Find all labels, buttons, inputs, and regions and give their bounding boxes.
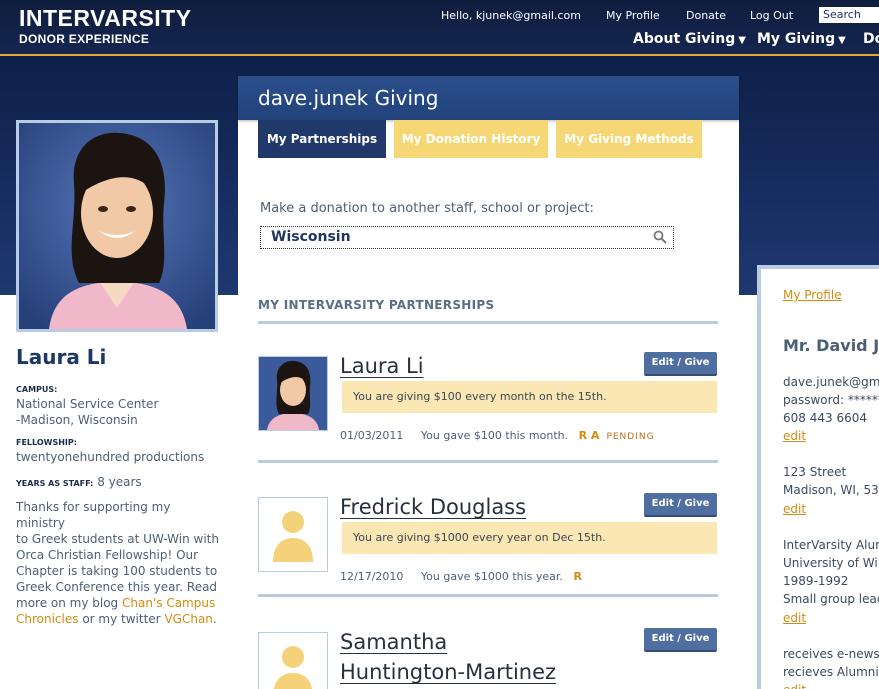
campus-line: -Madison, Wisconsin <box>16 413 138 427</box>
divider <box>258 460 718 463</box>
alumni-line: 1989-1992 <box>783 574 849 588</box>
nav-label: My Giving <box>757 31 836 47</box>
divider <box>258 594 718 597</box>
bio-text: . <box>212 612 217 626</box>
bio-line: more on my blog Chan's Campus <box>16 595 221 611</box>
edit-address-link[interactable]: edit <box>783 500 806 518</box>
person-thumbnail <box>259 357 327 430</box>
gift-date: 12/17/2010 <box>340 570 404 583</box>
alumni-line: Small group lead <box>783 592 879 606</box>
my-profile-card: My Profile Mr. David Ju dave.junek@gm pa… <box>757 265 879 689</box>
log-out-link[interactable]: Log Out <box>750 9 793 22</box>
pending-status: PENDING <box>606 432 655 442</box>
greeting-text: Hello, kjunek@gmail.com <box>441 9 581 22</box>
years-as-staff: YEARS AS STAFF: 8 years <box>16 475 221 489</box>
giving-note: You are giving $1000 every year on Dec 1… <box>342 522 717 554</box>
donor-phone: 608 443 6604 <box>783 411 867 425</box>
donor-email: dave.junek@gm <box>783 375 879 389</box>
years-label: YEARS AS STAFF: <box>16 479 94 488</box>
nav-my-giving[interactable]: My Giving ▼ <box>757 31 846 47</box>
donor-name: Mr. David Ju <box>783 336 879 355</box>
partner-name-cont[interactable]: Huntington-Martinez <box>340 657 556 687</box>
divider <box>258 321 718 324</box>
nav-about-giving[interactable]: About Giving ▼ <box>633 31 746 47</box>
edit-give-button[interactable]: Edit / Give <box>644 493 717 517</box>
campus-value: National Service Center -Madison, Wiscon… <box>16 396 221 428</box>
alumni-line: InterVarsity Alum <box>783 538 879 552</box>
twitter-link[interactable]: VGChan <box>164 612 212 626</box>
gift-date: 01/03/2011 <box>340 429 404 442</box>
news-line: recieves Alumni <box>783 665 879 679</box>
nav-label: About Giving <box>633 31 736 47</box>
bio-line: Orca Christian Fellowship! Our <box>16 548 199 562</box>
edit-give-button[interactable]: Edit / Give <box>644 352 717 376</box>
edit-alumni-link[interactable]: edit <box>783 609 806 627</box>
nav-donate[interactable]: Do <box>863 31 879 47</box>
bio-line: Chronicles or my twitter VGChan. <box>16 611 221 627</box>
donor-city: Madison, WI, 53 <box>783 483 879 497</box>
brand-subtitle: DONOR EXPERIENCE <box>19 32 150 46</box>
tab-my-donation-history[interactable]: My Donation History <box>394 120 548 158</box>
top-header: INTERVARSITY DONOR EXPERIENCE Hello, kju… <box>0 0 879 56</box>
giving-meta: 01/03/2011 You gave $100 this month. R A… <box>340 429 655 442</box>
panel-title: dave.junek Giving <box>238 76 739 120</box>
nav-label: Do <box>863 31 879 47</box>
donor-password: password: ****** <box>783 393 879 407</box>
donate-search-value: Wisconsin <box>271 229 351 245</box>
caret-down-icon: ▼ <box>738 35 746 46</box>
partner-photo <box>258 356 328 431</box>
donate-search-input[interactable]: Wisconsin <box>260 226 674 249</box>
person-silhouette-icon <box>273 646 313 689</box>
campus-line: National Service Center <box>16 397 159 411</box>
person-silhouette-icon <box>273 511 313 562</box>
caret-down-icon: ▼ <box>838 35 846 46</box>
blog-link[interactable]: Chan's Campus <box>122 596 215 610</box>
edit-news-link[interactable]: edit <box>783 681 806 689</box>
gift-summary: You gave $100 this month. <box>420 429 569 442</box>
alumni-line: University of Wi <box>783 556 878 570</box>
fellowship-value: twentyonehundred productions <box>16 450 205 464</box>
partner-photo-placeholder <box>258 497 328 572</box>
my-profile-link[interactable]: My Profile <box>783 286 842 304</box>
gift-codes: R <box>573 570 582 583</box>
donor-street: 123 Street <box>783 465 847 479</box>
partner-name[interactable]: Fredrick Douglass <box>340 492 526 522</box>
tab-my-giving-methods[interactable]: My Giving Methods <box>556 120 702 158</box>
gift-summary: You gave $1000 this year. <box>420 570 563 583</box>
campus-label: CAMPUS: <box>16 385 58 394</box>
edit-give-button[interactable]: Edit / Give <box>644 628 717 652</box>
edit-contact-link[interactable]: edit <box>783 427 806 445</box>
partner-photo-placeholder <box>258 632 328 689</box>
years-value: 8 years <box>97 475 142 489</box>
my-profile-link[interactable]: My Profile <box>606 9 660 22</box>
donate-label: Make a donation to another staff, school… <box>260 201 594 216</box>
bio-line: Thanks for supporting my ministry <box>16 500 171 530</box>
blog-link-cont[interactable]: Chronicles <box>16 612 79 626</box>
bio-text: more on my blog <box>16 596 119 610</box>
fellowship-label: FELLOWSHIP: <box>16 438 77 447</box>
partner-name[interactable]: Laura Li <box>340 351 424 381</box>
giving-note: You are giving $100 every month on the 1… <box>342 381 717 413</box>
bio-text: or my twitter <box>82 612 161 626</box>
staff-profile: Laura Li CAMPUS: National Service Center… <box>16 345 221 627</box>
news-line: receives e-news <box>783 647 879 661</box>
tab-my-partnerships[interactable]: My Partnerships <box>258 120 386 158</box>
bio-line: Greek Conference this year. Read <box>16 580 218 594</box>
search-icon[interactable] <box>653 230 667 244</box>
brand-name: INTERVARSITY <box>19 5 192 31</box>
brand-logo[interactable]: INTERVARSITY DONOR EXPERIENCE <box>19 6 192 46</box>
staff-bio: Thanks for supporting my ministry to Gre… <box>16 499 221 627</box>
bio-line: to Greek students at UW-Win with <box>16 532 219 546</box>
staff-name: Laura Li <box>16 345 107 369</box>
partnerships-heading: MY INTERVARSITY PARTNERSHIPS <box>258 298 495 312</box>
partner-name[interactable]: Samantha <box>340 627 447 657</box>
giving-panel: dave.junek Giving My Partnerships My Don… <box>238 76 739 689</box>
bio-line: Chapter is taking 100 students to <box>16 564 218 578</box>
staff-photo <box>16 120 218 332</box>
giving-meta: 12/17/2010 You gave $1000 this year. R <box>340 570 582 583</box>
search-input[interactable]: Search <box>819 7 879 23</box>
gift-codes: R A <box>578 429 600 442</box>
donate-link[interactable]: Donate <box>686 9 726 22</box>
person-photo-illustration <box>19 123 215 329</box>
